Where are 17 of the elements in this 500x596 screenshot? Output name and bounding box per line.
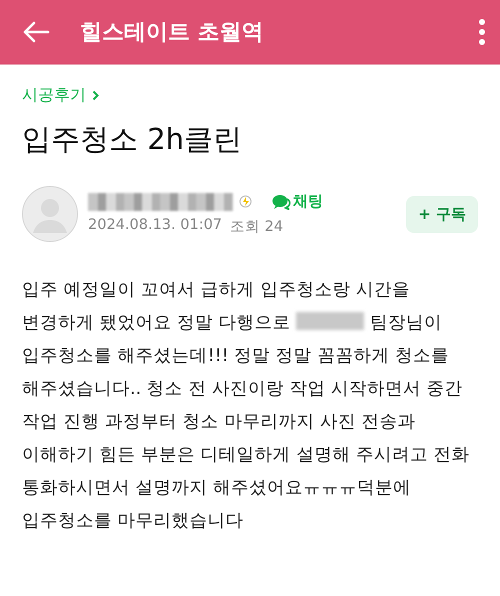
post-body: 입주 예정일이 꼬여서 급하게 입주청소랑 시간을 변경하게 됐었어요 정말 다행으로 팀장님이 입주청소를 해주셨는데!!! 정말 정말 꼼꼼하게 청소를 해주셨습니다.. 청소 전 사진이랑 작업 시작하면서 중간 작업 진행 과정부터 청소 마무리까지 사진 전송과 이해하기 힘든 부분은 디테일하게 설명해 주시려고 전화 통화하시면서 설명까지 해주셨어요ㅠㅠㅠ덕분에 입주청소를 마무리했습니다 (22, 279, 470, 533)
post-title: 입주청소 2h클린 (22, 121, 244, 158)
redaction-mark (296, 312, 364, 330)
back-button[interactable] (22, 20, 50, 44)
chat-bubble-icon (272, 194, 291, 210)
category-link[interactable]: 시공후기 (22, 85, 99, 106)
view-count: 조회 24 (230, 218, 284, 236)
chevron-right-icon (92, 90, 99, 101)
avatar-icon (22, 186, 78, 242)
chat-button[interactable]: 채팅 (272, 192, 323, 211)
more-icon (478, 18, 486, 46)
subscribe-button[interactable]: + 구독 (406, 196, 478, 232)
level-badge-icon (239, 195, 252, 208)
post-date: 2024.08.13. 01:07 (88, 217, 222, 235)
app-bar-title: 힐스테이트 초월역 (80, 19, 265, 47)
back-arrow-icon (22, 20, 50, 44)
more-button[interactable] (478, 18, 486, 46)
